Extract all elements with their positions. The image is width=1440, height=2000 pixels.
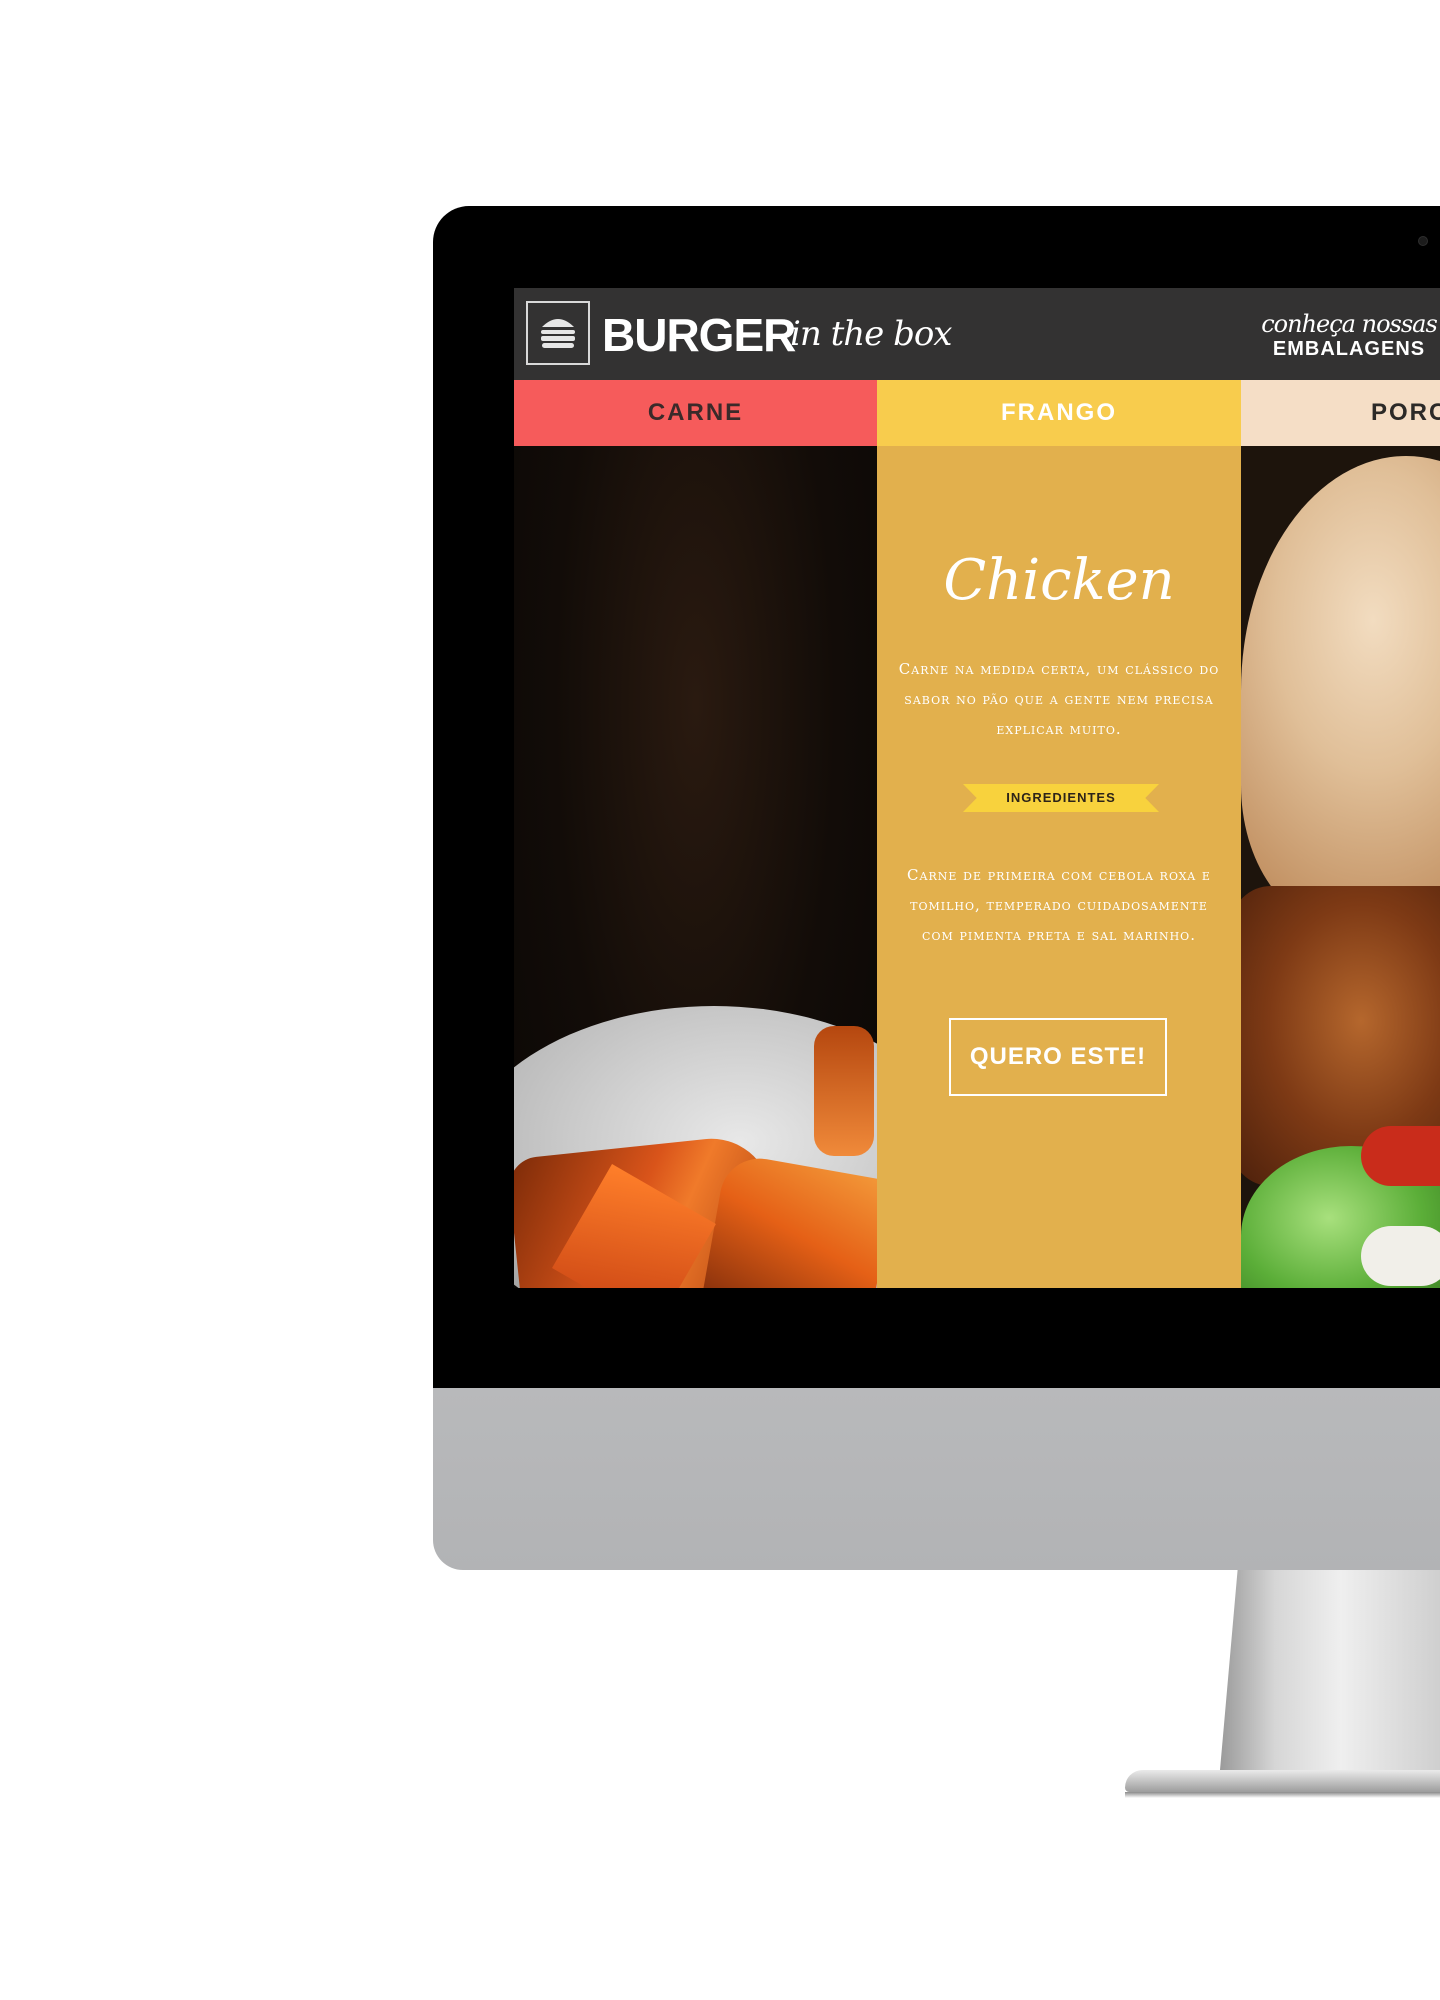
screen-bottom-edge [514,1288,1440,1306]
camera-icon [1418,236,1428,246]
product-title: Chicken [943,548,1175,613]
packaging-link-caps: EMBALAGENS [1272,338,1426,360]
logo-badge[interactable] [526,301,590,365]
website-screen: BURGER in the box conheça nossas EMBALAG… [514,288,1440,1306]
fries-image [814,1026,874,1156]
fries-photo [514,446,974,1306]
monitor-stand [1220,1570,1440,1770]
burger-photo [1241,446,1440,1306]
packaging-link[interactable]: conheça nossas EMBALAGENS [1254,312,1440,359]
product-description: Carne na medida certa, um clássico do sa… [898,660,1220,738]
monitor-foot-shadow [1125,1792,1440,1798]
bun-image [1241,456,1440,926]
logo-tagline[interactable]: in the box [790,314,952,354]
product-ingredients: Carne de primeira com cebola roxa e tomi… [907,866,1211,944]
onion-image [1361,1226,1440,1286]
tomato-image [1361,1126,1440,1186]
site-header: BURGER in the box conheça nossas EMBALAG… [514,288,1440,380]
tab-frango[interactable]: FRANGO [877,380,1241,446]
ingredients-ribbon: INGREDIENTES [963,784,1159,812]
tab-carne[interactable]: CARNE [514,380,877,446]
logo-brand[interactable]: BURGER [602,308,796,362]
tab-porco[interactable]: PORC [1241,380,1440,446]
monitor-chin [433,1388,1440,1570]
order-button[interactable]: QUERO ESTE! [949,1018,1167,1096]
burger-icon [541,319,575,348]
product-panel: Chicken Carne na medida certa, um clássi… [877,446,1241,1306]
packaging-link-script: conheça nossas [1261,310,1438,338]
monitor-foot [1125,1770,1440,1792]
